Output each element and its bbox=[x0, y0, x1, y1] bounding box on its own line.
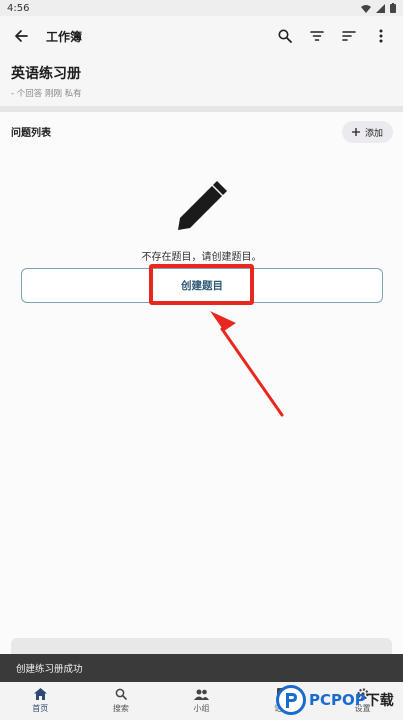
signal-icon bbox=[376, 3, 385, 13]
pencil-icon bbox=[178, 181, 227, 230]
battery-icon bbox=[390, 3, 396, 13]
filter-icon bbox=[310, 31, 324, 41]
home-icon bbox=[33, 688, 47, 700]
search-icon bbox=[115, 688, 127, 700]
more-button[interactable] bbox=[365, 20, 397, 52]
workbook-meta: - 个回答 刚刚 私有 bbox=[11, 89, 82, 99]
workbook-header: 英语练习册 - 个回答 刚刚 私有 bbox=[0, 56, 403, 106]
page-title: 工作簿 bbox=[46, 29, 83, 44]
status-time: 4:56 bbox=[7, 2, 30, 14]
watermark: PCPOP下载 bbox=[276, 680, 402, 720]
add-question-label: 添加 bbox=[364, 128, 383, 139]
filter-button[interactable] bbox=[301, 20, 333, 52]
question-list-card: 问题列表 添加 不存在题目，请创建题目。 创建题目 bbox=[0, 112, 403, 682]
nav-item-group[interactable]: 小组 bbox=[161, 682, 242, 720]
sort-button[interactable] bbox=[333, 20, 365, 52]
create-question-button[interactable]: 创建题目 bbox=[21, 268, 383, 303]
nav-item-search[interactable]: 搜索 bbox=[81, 682, 162, 720]
plus-icon bbox=[351, 128, 360, 136]
status-bar: 4:56 bbox=[0, 0, 403, 16]
status-icons bbox=[361, 3, 396, 13]
wifi-icon bbox=[361, 4, 371, 13]
toolbar-actions bbox=[269, 20, 397, 52]
more-vert-icon bbox=[379, 29, 383, 43]
toast-message: 创建练习册成功 bbox=[16, 664, 83, 675]
sort-icon bbox=[342, 31, 356, 41]
search-button[interactable] bbox=[269, 20, 301, 52]
toast-snackbar: 创建练习册成功 bbox=[0, 654, 403, 682]
add-question-button[interactable]: 添加 bbox=[341, 121, 393, 143]
search-icon bbox=[278, 29, 292, 43]
group-icon bbox=[193, 689, 209, 700]
workbook-title: 英语练习册 bbox=[11, 66, 81, 82]
nav-label-group: 小组 bbox=[193, 703, 210, 713]
app-bar: 工作簿 bbox=[0, 16, 403, 56]
nav-label-home: 首页 bbox=[32, 704, 49, 713]
nav-item-home[interactable]: 首页 bbox=[0, 682, 81, 720]
watermark-text: PCPOP下载 bbox=[309, 690, 394, 710]
create-question-label: 创建题目 bbox=[181, 280, 223, 292]
empty-state-message: 不存在题目，请创建题目。 bbox=[141, 252, 262, 263]
annotation-arrow bbox=[210, 311, 284, 417]
watermark-suffix: 下载 bbox=[365, 693, 394, 709]
nav-label-search: 搜索 bbox=[112, 704, 129, 713]
back-arrow-icon bbox=[15, 30, 28, 42]
back-button[interactable] bbox=[3, 18, 39, 54]
watermark-brand: PCPOP bbox=[309, 691, 366, 709]
question-list-heading: 问题列表 bbox=[11, 128, 51, 139]
watermark-logo-icon bbox=[276, 685, 306, 715]
